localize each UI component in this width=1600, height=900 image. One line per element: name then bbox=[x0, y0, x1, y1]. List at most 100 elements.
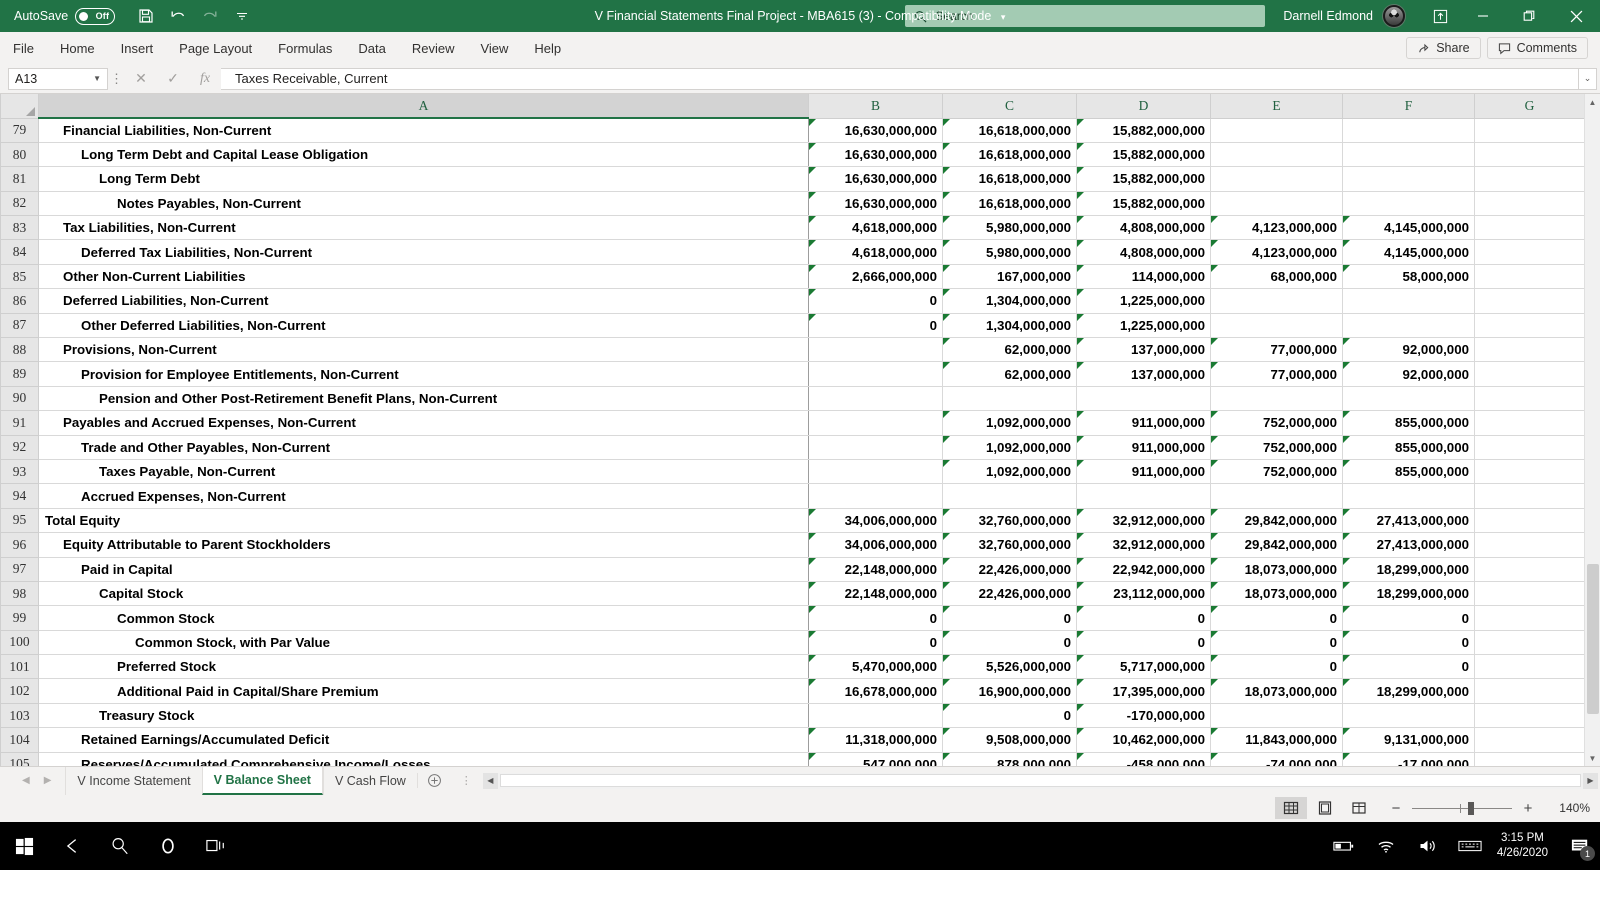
error-indicator-icon[interactable] bbox=[943, 264, 950, 272]
cell-E91[interactable]: 752,000,000 bbox=[1210, 410, 1343, 436]
cell-D85[interactable]: 114,000,000 bbox=[1076, 264, 1211, 290]
error-indicator-icon[interactable] bbox=[943, 216, 950, 224]
cell-G89[interactable] bbox=[1474, 361, 1585, 387]
error-indicator-icon[interactable] bbox=[943, 728, 950, 736]
cell-G103[interactable] bbox=[1474, 703, 1585, 729]
error-indicator-icon[interactable] bbox=[1077, 240, 1084, 248]
error-indicator-icon[interactable] bbox=[809, 557, 816, 565]
error-indicator-icon[interactable] bbox=[1343, 338, 1350, 346]
cell-F87[interactable] bbox=[1342, 313, 1475, 339]
error-indicator-icon[interactable] bbox=[1211, 606, 1218, 614]
error-indicator-icon[interactable] bbox=[1077, 264, 1084, 272]
error-indicator-icon[interactable] bbox=[1077, 411, 1084, 419]
error-indicator-icon[interactable] bbox=[1211, 508, 1218, 516]
error-indicator-icon[interactable] bbox=[1343, 557, 1350, 565]
cell-C80[interactable]: 16,618,000,000 bbox=[942, 142, 1077, 168]
error-indicator-icon[interactable] bbox=[809, 240, 816, 248]
cell-E98[interactable]: 18,073,000,000 bbox=[1210, 581, 1343, 607]
cell-C103[interactable]: 0 bbox=[942, 703, 1077, 729]
error-indicator-icon[interactable] bbox=[943, 142, 950, 150]
cell-C101[interactable]: 5,526,000,000 bbox=[942, 654, 1077, 680]
row-header-81[interactable]: 81 bbox=[0, 166, 39, 192]
ribbon-tab-view[interactable]: View bbox=[467, 32, 521, 64]
cell-B101[interactable]: 5,470,000,000 bbox=[808, 654, 943, 680]
error-indicator-icon[interactable] bbox=[1211, 728, 1218, 736]
row-header-82[interactable]: 82 bbox=[0, 190, 39, 217]
cell-D83[interactable]: 4,808,000,000 bbox=[1076, 215, 1211, 241]
cell-E84[interactable]: 4,123,000,000 bbox=[1210, 239, 1343, 265]
zoom-level-label[interactable]: 140% bbox=[1548, 801, 1590, 815]
cell-F102[interactable]: 18,299,000,000 bbox=[1342, 678, 1475, 704]
error-indicator-icon[interactable] bbox=[809, 581, 816, 589]
row-header-90[interactable]: 90 bbox=[0, 385, 39, 412]
cell-B96[interactable]: 34,006,000,000 bbox=[808, 532, 943, 558]
error-indicator-icon[interactable] bbox=[1077, 606, 1084, 614]
cell-C94[interactable] bbox=[942, 483, 1077, 509]
cell-E81[interactable] bbox=[1210, 166, 1343, 192]
cell-F105[interactable]: -17,000,000 bbox=[1342, 752, 1475, 766]
vertical-scroll-thumb[interactable] bbox=[1587, 564, 1599, 714]
error-indicator-icon[interactable] bbox=[1077, 216, 1084, 224]
wifi-icon[interactable] bbox=[1365, 822, 1407, 870]
error-indicator-icon[interactable] bbox=[1211, 411, 1218, 419]
next-sheet-icon[interactable]: ▶ bbox=[44, 775, 52, 786]
cell-B99[interactable]: 0 bbox=[808, 605, 943, 631]
error-indicator-icon[interactable] bbox=[943, 655, 950, 663]
cell-A95[interactable]: Total Equity bbox=[38, 508, 809, 534]
cell-C88[interactable]: 62,000,000 bbox=[942, 337, 1077, 363]
error-indicator-icon[interactable] bbox=[943, 533, 950, 541]
cell-C81[interactable]: 16,618,000,000 bbox=[942, 166, 1077, 192]
autosave-toggle[interactable]: Off bbox=[75, 7, 116, 25]
cell-A93[interactable]: Taxes Payable, Non-Current bbox=[38, 459, 809, 485]
cell-F104[interactable]: 9,131,000,000 bbox=[1342, 727, 1475, 753]
user-name[interactable]: Darnell Edmond bbox=[1283, 9, 1373, 23]
row-header-98[interactable]: 98 bbox=[0, 580, 39, 607]
cell-A85[interactable]: Other Non-Current Liabilities bbox=[38, 264, 809, 290]
cell-A99[interactable]: Common Stock bbox=[38, 605, 809, 631]
error-indicator-icon[interactable] bbox=[1211, 752, 1218, 760]
column-header-E[interactable]: E bbox=[1210, 94, 1343, 119]
cell-E93[interactable]: 752,000,000 bbox=[1210, 459, 1343, 485]
cell-A81[interactable]: Long Term Debt bbox=[38, 166, 809, 192]
cell-D102[interactable]: 17,395,000,000 bbox=[1076, 678, 1211, 704]
error-indicator-icon[interactable] bbox=[809, 728, 816, 736]
row-header-104[interactable]: 104 bbox=[0, 727, 39, 753]
error-indicator-icon[interactable] bbox=[1077, 191, 1084, 199]
cell-A101[interactable]: Preferred Stock bbox=[38, 654, 809, 680]
cell-C93[interactable]: 1,092,000,000 bbox=[942, 459, 1077, 485]
cell-A100[interactable]: Common Stock, with Par Value bbox=[38, 630, 809, 656]
error-indicator-icon[interactable] bbox=[1077, 581, 1084, 589]
cell-G96[interactable] bbox=[1474, 532, 1585, 558]
cell-G100[interactable] bbox=[1474, 630, 1585, 656]
cell-A102[interactable]: Additional Paid in Capital/Share Premium bbox=[38, 678, 809, 704]
cell-D101[interactable]: 5,717,000,000 bbox=[1076, 654, 1211, 680]
page-break-preview-icon[interactable] bbox=[1343, 797, 1375, 819]
error-indicator-icon[interactable] bbox=[943, 459, 950, 467]
error-indicator-icon[interactable] bbox=[809, 508, 816, 516]
cortana-icon[interactable] bbox=[144, 822, 192, 870]
formula-input[interactable]: Taxes Receivable, Current bbox=[221, 67, 1579, 90]
error-indicator-icon[interactable] bbox=[1077, 313, 1084, 321]
error-indicator-icon[interactable] bbox=[1077, 362, 1084, 370]
cell-B80[interactable]: 16,630,000,000 bbox=[808, 142, 943, 168]
cell-E83[interactable]: 4,123,000,000 bbox=[1210, 215, 1343, 241]
row-header-84[interactable]: 84 bbox=[0, 239, 39, 265]
cell-D105[interactable]: -458,000,000 bbox=[1076, 752, 1211, 766]
row-header-91[interactable]: 91 bbox=[0, 410, 39, 436]
cell-D103[interactable]: -170,000,000 bbox=[1076, 703, 1211, 729]
error-indicator-icon[interactable] bbox=[1077, 459, 1084, 467]
cell-F92[interactable]: 855,000,000 bbox=[1342, 435, 1475, 460]
cell-B88[interactable] bbox=[808, 337, 943, 363]
page-layout-view-icon[interactable] bbox=[1309, 797, 1341, 819]
cell-C83[interactable]: 5,980,000,000 bbox=[942, 215, 1077, 241]
column-header-A[interactable]: A bbox=[38, 94, 809, 119]
error-indicator-icon[interactable] bbox=[1077, 167, 1084, 175]
share-button[interactable]: Share bbox=[1406, 37, 1481, 59]
error-indicator-icon[interactable] bbox=[1077, 118, 1084, 126]
cell-B105[interactable]: 547,000,000 bbox=[808, 752, 943, 766]
row-header-80[interactable]: 80 bbox=[0, 141, 39, 168]
error-indicator-icon[interactable] bbox=[1211, 581, 1218, 589]
cell-F91[interactable]: 855,000,000 bbox=[1342, 410, 1475, 436]
taskbar-clock[interactable]: 3:15 PM 4/26/2020 bbox=[1491, 831, 1560, 861]
scroll-down-arrow-icon[interactable]: ▼ bbox=[1585, 750, 1600, 766]
